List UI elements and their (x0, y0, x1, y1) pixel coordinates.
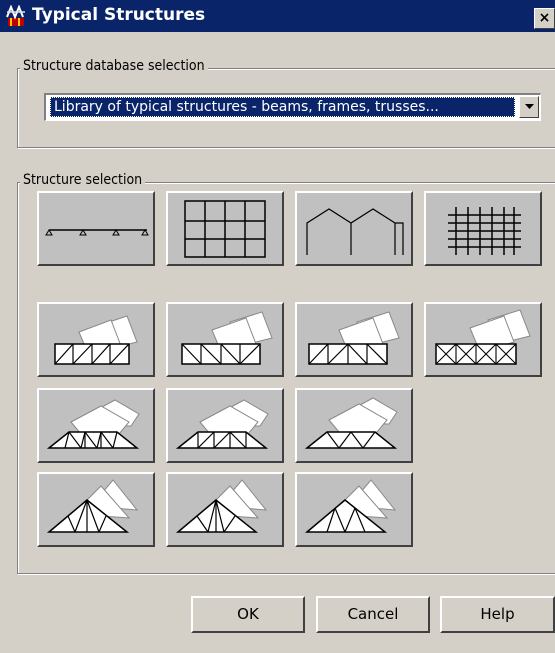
trapezoidal-truss-2-icon (175, 399, 269, 449)
structure-tile-rectangular-truss-4[interactable] (424, 302, 542, 377)
triangular-truss-2-icon (175, 479, 268, 533)
rectangular-truss-1-icon (54, 315, 138, 365)
structure-tile-rectangular-truss-2[interactable] (166, 302, 284, 377)
structure-tile-rectangular-truss-1[interactable] (37, 302, 155, 377)
combobox-dropdown-button[interactable] (519, 96, 539, 118)
rectangular-truss-3-icon (308, 311, 400, 365)
triangular-truss-1-icon (46, 479, 139, 533)
grillage-icon (448, 207, 521, 255)
title-bar[interactable]: Typical Structures × (0, 0, 555, 32)
continuous-beam-icon (45, 229, 149, 236)
close-button[interactable]: × (534, 8, 555, 29)
database-selection-label: Structure database selection (20, 58, 208, 74)
structure-tile-plane-frame[interactable] (166, 191, 284, 266)
structure-database-combobox[interactable]: Library of typical structures - beams, f… (44, 93, 541, 121)
trapezoidal-truss-3-icon (304, 397, 398, 449)
typical-structures-dialog: Typical Structures × Structure database … (0, 0, 555, 653)
structure-tile-triangular-truss-1[interactable] (37, 472, 155, 547)
structure-database-selected-value: Library of typical structures - beams, f… (50, 97, 515, 117)
structure-tile-trapezoidal-truss-3[interactable] (295, 388, 413, 463)
plane-frame-icon (184, 200, 266, 258)
rectangular-truss-4-icon (435, 309, 531, 365)
structure-tile-triangular-truss-2[interactable] (166, 472, 284, 547)
structure-tile-triangular-truss-3[interactable] (295, 472, 413, 547)
chevron-down-icon (525, 104, 534, 109)
multi-span-gable-frame-icon (306, 208, 404, 255)
trapezoidal-truss-1-icon (46, 399, 140, 449)
window-title: Typical Structures (32, 5, 206, 25)
rectangular-truss-2-icon (181, 311, 273, 365)
triangular-truss-3-icon (304, 479, 397, 533)
structure-tile-rectangular-truss-3[interactable] (295, 302, 413, 377)
help-button[interactable]: Help (440, 596, 555, 633)
structure-tile-continuous-beam[interactable] (37, 191, 155, 266)
close-icon: × (538, 10, 551, 26)
structure-tile-trapezoidal-truss-1[interactable] (37, 388, 155, 463)
ok-button[interactable]: OK (191, 596, 305, 633)
structure-selection-label: Structure selection (20, 172, 146, 188)
structure-app-icon (6, 5, 25, 26)
structure-tile-trapezoidal-truss-2[interactable] (166, 388, 284, 463)
structure-tile-grillage[interactable] (424, 191, 542, 266)
cancel-button[interactable]: Cancel (316, 596, 430, 633)
structure-tile-gable-frame[interactable] (295, 191, 413, 266)
